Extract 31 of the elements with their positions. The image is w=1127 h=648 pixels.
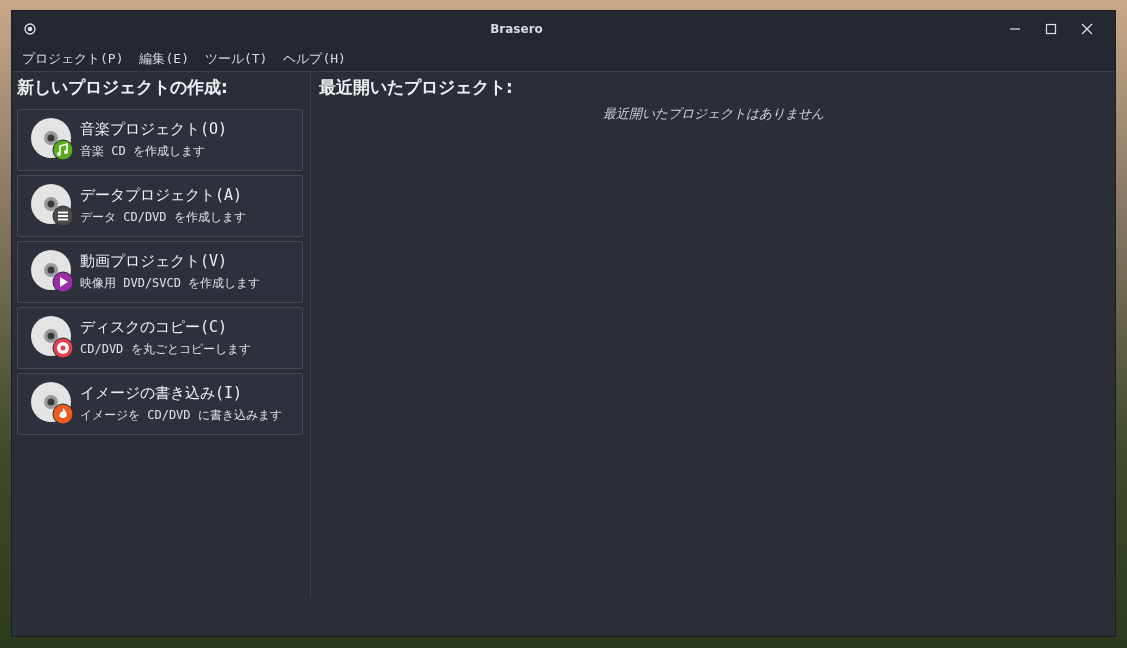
project-type-button[interactable]: 音楽プロジェクト(O) 音楽 CD を作成します (17, 109, 303, 171)
flame-icon (52, 403, 74, 425)
project-type-description: 音楽 CD を作成します (80, 143, 206, 160)
project-type-title: 音楽プロジェクト(O) (80, 120, 228, 139)
project-type-title: データプロジェクト(A) (80, 186, 244, 205)
project-type-button[interactable]: ディスクのコピー(C) CD/DVD を丸ごとコピーします (17, 307, 303, 369)
project-type-title: 動画プロジェクト(V) (80, 252, 229, 271)
project-type-description: イメージを CD/DVD に書き込みます (80, 407, 282, 424)
project-type-button[interactable]: 動画プロジェクト(V) 映像用 DVD/SVCD を作成します (17, 241, 303, 303)
project-type-description: 映像用 DVD/SVCD を作成します (80, 275, 261, 292)
project-type-description: データ CD/DVD を作成します (80, 209, 246, 226)
menu-item[interactable]: ツール(T) (198, 50, 274, 68)
play-icon (52, 271, 74, 293)
section-heading: 新しいプロジェクトの作成: (17, 76, 229, 99)
menu-item[interactable]: ヘルプ(H) (277, 50, 352, 68)
project-type-description: CD/DVD を丸ごとコピーします (80, 341, 251, 358)
project-type-button[interactable]: データプロジェクト(A) データ CD/DVD を作成します (17, 175, 303, 237)
music-note-icon (52, 139, 74, 161)
app-icon (24, 23, 36, 35)
project-type-title: ディスクのコピー(C) (80, 318, 229, 337)
window-title: Brasero (489, 22, 544, 36)
list-icon (52, 205, 74, 227)
menu-item[interactable]: 編集(E) (133, 50, 195, 68)
menu-item[interactable]: プロジェクト(P) (16, 50, 130, 68)
section-heading: 最近開いたプロジェクト: (319, 76, 514, 99)
disc-target-icon (52, 337, 74, 359)
project-type-title: イメージの書き込み(I) (80, 384, 244, 403)
project-type-button[interactable]: イメージの書き込み(I) イメージを CD/DVD に書き込みます (17, 373, 303, 435)
maximize-icon (1045, 23, 1057, 35)
empty-message: 最近開いたプロジェクトはありません (601, 105, 825, 123)
close-icon (1081, 23, 1093, 35)
